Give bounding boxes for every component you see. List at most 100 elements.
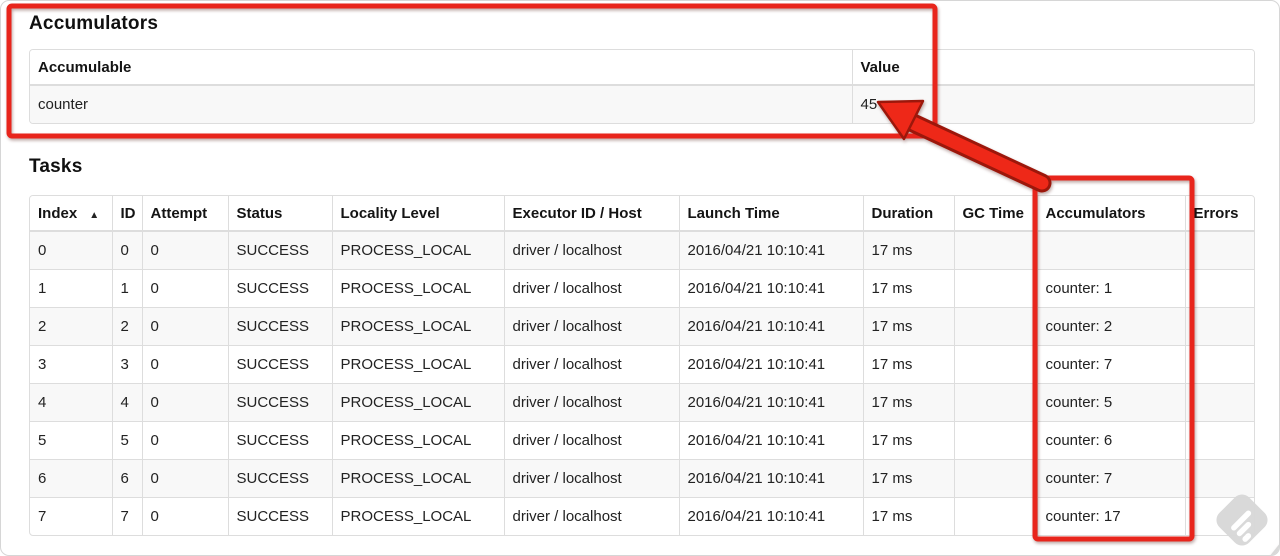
tasks-header-accumulators[interactable]: Accumulators <box>1036 196 1186 232</box>
accumulators-cell-accumulable: counter <box>30 84 853 123</box>
tasks-cell-gc_time <box>953 307 1038 346</box>
tasks-row: 0 0 0 SUCCESS PROCESS_LOCAL driver / localhos… <box>30 230 1254 270</box>
tasks-cell-id: 5 <box>111 421 143 460</box>
column-label: Value <box>860 58 900 76</box>
tasks-cell-index: 3 <box>30 345 113 384</box>
accumulators-header-accumulable: Accumulable <box>30 50 853 86</box>
tasks-cell-status: SUCCESS <box>227 421 333 460</box>
tasks-cell-errors <box>1184 230 1254 270</box>
tasks-cell-attempt: 0 <box>141 307 229 346</box>
tasks-cell-accumulators <box>1036 230 1186 270</box>
tasks-header-launch[interactable]: Launch Time <box>678 196 864 232</box>
annotation-arrow-shaft-outline <box>901 112 1052 193</box>
tasks-header-locality[interactable]: Locality Level <box>331 196 505 232</box>
tasks-cell-locality: PROCESS_LOCAL <box>331 345 505 384</box>
tasks-row: 2 2 0 SUCCESS PROCESS_LOCAL driver / localhos… <box>30 307 1254 346</box>
tasks-cell-id: 4 <box>111 383 143 422</box>
accumulators-table: Accumulable Value counter 45 <box>30 50 1254 123</box>
tasks-cell-attempt: 0 <box>141 383 229 422</box>
tasks-cell-errors <box>1184 421 1254 460</box>
tasks-cell-executor: driver / localhost <box>503 345 680 384</box>
tasks-cell-attempt: 0 <box>141 497 229 535</box>
tasks-cell-attempt: 0 <box>141 230 229 270</box>
tasks-cell-locality: PROCESS_LOCAL <box>331 383 505 422</box>
column-label: ID <box>120 204 136 222</box>
tasks-row: 5 5 0 SUCCESS PROCESS_LOCAL driver / localhos… <box>30 421 1254 460</box>
tasks-cell-accumulators: counter: 17 <box>1036 497 1186 535</box>
tasks-cell-gc_time <box>953 230 1038 270</box>
tasks-header-executor[interactable]: Executor ID / Host <box>503 196 680 232</box>
tasks-cell-attempt: 0 <box>141 459 229 498</box>
tasks-cell-index: 5 <box>30 421 113 460</box>
tasks-cell-id: 2 <box>111 307 143 346</box>
tasks-cell-executor: driver / localhost <box>503 459 680 498</box>
tasks-cell-launch: 2016/04/21 10:10:41 <box>678 383 864 422</box>
accumulators-cell-value: 45 <box>851 84 1254 123</box>
column-label: Errors <box>1193 204 1239 222</box>
tasks-cell-errors <box>1184 383 1254 422</box>
tasks-cell-id: 3 <box>111 345 143 384</box>
tasks-header-id[interactable]: ID <box>111 196 143 232</box>
tasks-header-attempt[interactable]: Attempt <box>141 196 229 232</box>
tasks-cell-locality: PROCESS_LOCAL <box>331 230 505 270</box>
tasks-cell-executor: driver / localhost <box>503 421 680 460</box>
corner-decoration <box>1270 544 1279 555</box>
tasks-cell-errors <box>1184 497 1254 535</box>
accumulators-table-wrap: Accumulable Value counter 45 <box>29 49 1255 124</box>
tasks-cell-status: SUCCESS <box>227 459 333 498</box>
tasks-cell-attempt: 0 <box>141 421 229 460</box>
tasks-section-title: Tasks <box>29 156 83 177</box>
tasks-cell-index: 6 <box>30 459 113 498</box>
tasks-cell-duration: 17 ms <box>862 383 955 422</box>
tasks-header-status[interactable]: Status <box>227 196 333 232</box>
tasks-row: 7 7 0 SUCCESS PROCESS_LOCAL driver / localhos… <box>30 497 1254 535</box>
tasks-cell-duration: 17 ms <box>862 459 955 498</box>
column-label: GC Time <box>962 204 1024 222</box>
tasks-header-row: Index ▲ ID Attempt Status Locality Level Execu… <box>30 196 1254 232</box>
column-label: Duration <box>871 204 934 222</box>
sort-ascending-icon: ▲ <box>89 209 100 221</box>
tasks-header-index[interactable]: Index ▲ <box>30 196 113 232</box>
tasks-cell-locality: PROCESS_LOCAL <box>331 269 505 308</box>
tasks-header-duration[interactable]: Duration <box>862 196 955 232</box>
tasks-cell-duration: 17 ms <box>862 269 955 308</box>
accumulators-row: counter 45 <box>30 84 1254 123</box>
tasks-cell-gc_time <box>953 383 1038 422</box>
tasks-cell-accumulators: counter: 7 <box>1036 459 1186 498</box>
tasks-cell-status: SUCCESS <box>227 269 333 308</box>
tasks-table-wrap: Index ▲ ID Attempt Status Locality Level Execu… <box>29 195 1255 536</box>
tasks-row: 3 3 0 SUCCESS PROCESS_LOCAL driver / localhos… <box>30 345 1254 384</box>
accumulators-header-row: Accumulable Value <box>30 50 1254 86</box>
spark-stage-detail-page: Accumulators Accumulable Value counter 45 … <box>0 0 1280 556</box>
tasks-cell-locality: PROCESS_LOCAL <box>331 497 505 535</box>
accumulators-section-title: Accumulators <box>29 13 159 34</box>
tasks-cell-index: 4 <box>30 383 113 422</box>
tasks-cell-launch: 2016/04/21 10:10:41 <box>678 421 864 460</box>
column-label: Attempt <box>150 204 208 222</box>
tasks-cell-locality: PROCESS_LOCAL <box>331 307 505 346</box>
tasks-cell-gc_time <box>953 421 1038 460</box>
tasks-cell-attempt: 0 <box>141 269 229 308</box>
tasks-cell-index: 0 <box>30 230 113 270</box>
tasks-header-gc_time[interactable]: GC Time <box>953 196 1038 232</box>
tasks-cell-index: 1 <box>30 269 113 308</box>
tasks-cell-id: 1 <box>111 269 143 308</box>
tasks-header-errors[interactable]: Errors <box>1184 196 1254 232</box>
tasks-cell-launch: 2016/04/21 10:10:41 <box>678 307 864 346</box>
tasks-cell-launch: 2016/04/21 10:10:41 <box>678 230 864 270</box>
tasks-cell-executor: driver / localhost <box>503 497 680 535</box>
tasks-cell-executor: driver / localhost <box>503 383 680 422</box>
tasks-cell-gc_time <box>953 497 1038 535</box>
tasks-cell-id: 6 <box>111 459 143 498</box>
tasks-cell-executor: driver / localhost <box>503 307 680 346</box>
tasks-cell-duration: 17 ms <box>862 230 955 270</box>
annotation-arrow-shaft <box>904 115 1049 190</box>
tasks-cell-accumulators: counter: 5 <box>1036 383 1186 422</box>
tasks-cell-errors <box>1184 459 1254 498</box>
tasks-cell-accumulators: counter: 2 <box>1036 307 1186 346</box>
tasks-row: 4 4 0 SUCCESS PROCESS_LOCAL driver / localhos… <box>30 383 1254 422</box>
tasks-cell-status: SUCCESS <box>227 230 333 270</box>
tasks-cell-duration: 17 ms <box>862 307 955 346</box>
tasks-cell-id: 7 <box>111 497 143 535</box>
tasks-cell-index: 7 <box>30 497 113 535</box>
